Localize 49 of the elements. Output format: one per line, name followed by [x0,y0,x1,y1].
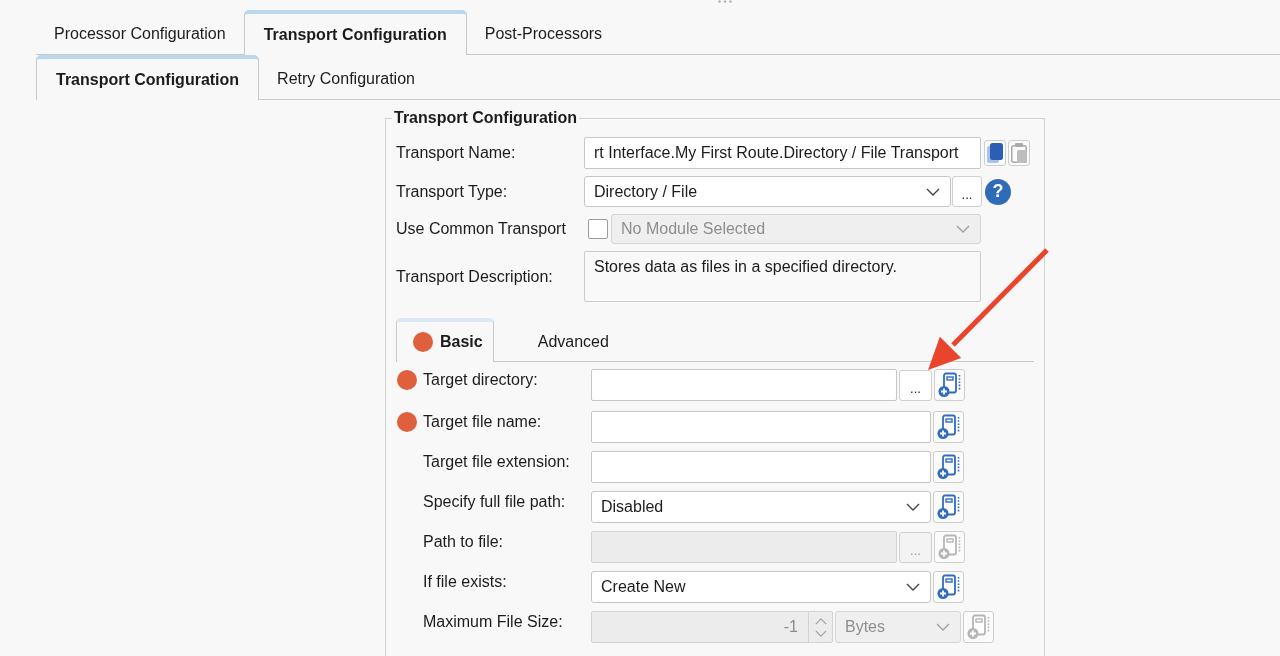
field-label: Use Common Transport [396,220,567,238]
dropdown[interactable]: Disabled [591,491,931,523]
chevron-down-icon [936,623,950,631]
field-label: Target file extension: [423,452,571,472]
document-plus-button[interactable] [934,369,965,401]
browse-button[interactable]: ... [952,176,982,207]
copy-icon [987,143,1003,163]
tab[interactable]: Transport Configuration [36,55,260,100]
document-plus-icon [936,494,961,520]
field-label: Specify full file path: [423,492,567,512]
chevron-down-icon [906,583,920,591]
document-plus-button[interactable] [933,451,964,483]
text-field[interactable] [591,531,897,563]
chevron-down-icon[interactable] [814,629,827,637]
field-label: Maximum File Size: [423,612,564,632]
description-field[interactable]: Stores data as files in a specified directory. [584,251,981,302]
field-label: Transport Name: [396,144,517,162]
clipboard-icon [1011,143,1027,163]
field-label: Path to file: [423,532,505,552]
tab[interactable]: Transport Configuration [243,10,467,55]
dropdown[interactable]: Create New [591,571,931,603]
field-label: Target file name: [423,412,543,432]
document-plus-icon [936,414,961,440]
chevron-down-icon [956,225,970,233]
help-button[interactable]: ? [985,178,1011,205]
copy-button[interactable] [984,140,1006,166]
chevron-up-icon[interactable] [814,617,827,625]
text-field[interactable]: rt Interface.My First Route.Directory / File Transport [584,137,981,169]
chevron-down-icon [906,503,920,511]
document-plus-button[interactable] [933,571,964,603]
tab[interactable]: Basic [396,318,494,362]
field-label: Transport Description: [396,267,554,286]
document-plus-icon [936,454,961,480]
document-plus-icon [937,372,962,398]
browse-button[interactable]: ... [899,369,932,401]
document-plus-icon [966,614,991,640]
dropdown[interactable]: Directory / File [584,176,951,207]
field-label: If file exists: [423,572,508,592]
field-label: Target directory: [423,370,539,390]
document-plus-button[interactable] [933,491,964,523]
text-field[interactable] [591,369,897,401]
field-label: Transport Type: [396,182,509,201]
text-field[interactable] [591,411,931,443]
document-plus-icon [936,574,961,600]
text-field[interactable] [591,451,931,483]
document-plus-icon [937,534,962,560]
document-plus-button[interactable] [933,411,964,443]
chevron-down-icon [926,187,940,196]
group-title: Transport Configuration [393,109,579,127]
